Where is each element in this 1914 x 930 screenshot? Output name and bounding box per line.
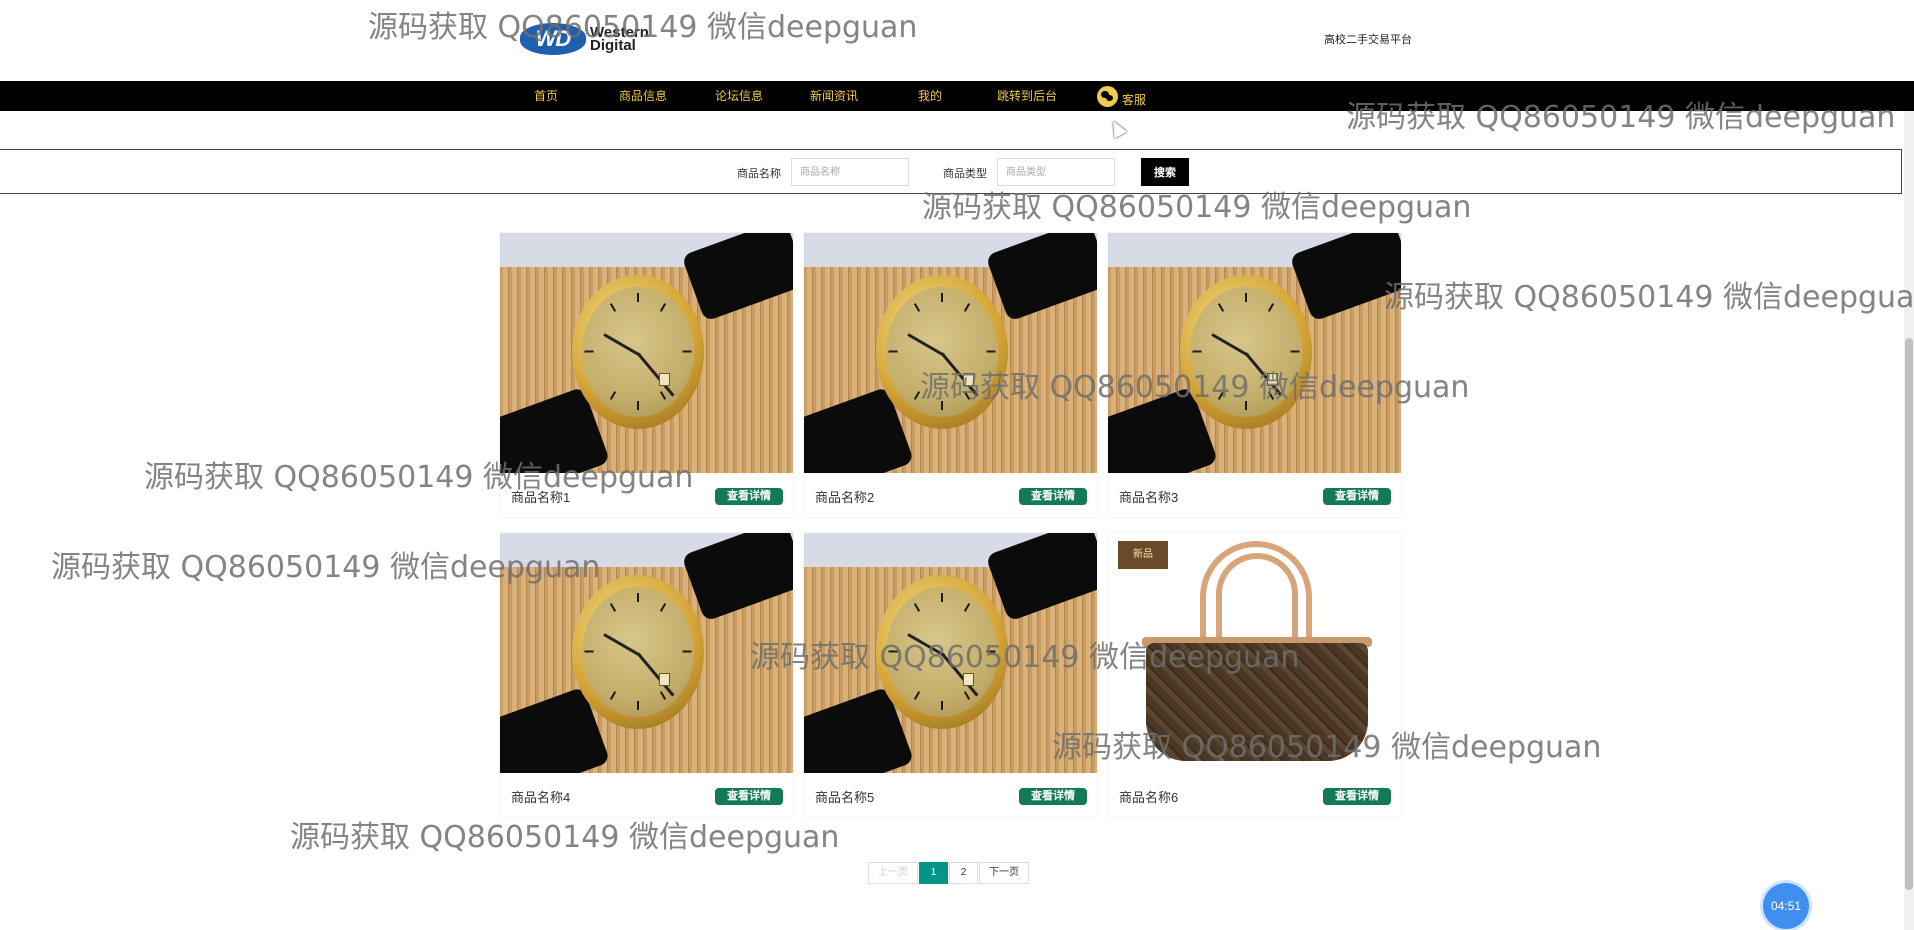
wechat-icon	[1097, 85, 1118, 107]
product-card[interactable]: 新品商品名称6 查看详情	[1108, 533, 1401, 817]
badge-icon: 新品	[1118, 541, 1168, 569]
view-details-button[interactable]: 查看详情	[715, 788, 783, 805]
main-nav: 首页 商品信息 论坛信息 新闻资讯 我的 跳转到后台 客服	[0, 81, 1914, 111]
nav-item-home[interactable]: 首页	[534, 81, 558, 111]
view-details-button[interactable]: 查看详情	[715, 488, 783, 505]
timer-badge[interactable]: 04:51	[1763, 883, 1809, 929]
search-button[interactable]: 搜索	[1141, 158, 1189, 186]
product-name-input[interactable]	[791, 158, 909, 186]
logo-mark: WD	[520, 23, 586, 55]
watermark: 源码获取 QQ86050149 微信deepguan	[290, 820, 840, 855]
site-header: WD Western Digital 高校二手交易平台	[0, 0, 1914, 80]
product-card[interactable]: 商品名称5 查看详情	[804, 533, 1097, 817]
product-type-input[interactable]	[997, 158, 1115, 186]
nav-item-mine[interactable]: 我的	[918, 81, 942, 111]
logo-text: Western Digital	[590, 25, 649, 53]
product-name-label: 商品名称	[737, 168, 781, 180]
product-name: 商品名称3	[1119, 490, 1179, 505]
logo[interactable]: WD Western Digital	[520, 22, 670, 56]
product-image-watch[interactable]	[804, 533, 1097, 773]
mouse-cursor-icon	[1107, 117, 1127, 139]
product-image-watch[interactable]	[804, 233, 1097, 473]
view-details-button[interactable]: 查看详情	[1019, 788, 1087, 805]
product-image-watch[interactable]	[1108, 233, 1401, 473]
product-card[interactable]: 商品名称3 查看详情	[1108, 233, 1401, 517]
product-name: 商品名称2	[815, 490, 875, 505]
product-name: 商品名称4	[511, 790, 571, 805]
scrollbar-thumb[interactable]	[1905, 338, 1913, 890]
nav-item-admin[interactable]: 跳转到后台	[997, 81, 1057, 111]
watermark: 源码获取 QQ86050149 微信deepguan	[1384, 280, 1914, 315]
product-card[interactable]: 商品名称2 查看详情	[804, 233, 1097, 517]
product-name: 商品名称5	[815, 790, 875, 805]
nav-item-forum[interactable]: 论坛信息	[715, 81, 763, 111]
view-details-button[interactable]: 查看详情	[1323, 788, 1391, 805]
nav-item-customer-service[interactable]: 客服	[1097, 81, 1146, 111]
product-image-watch[interactable]	[500, 533, 793, 773]
nav-item-news[interactable]: 新闻资讯	[810, 81, 858, 111]
customer-service-label: 客服	[1122, 93, 1147, 107]
product-type-label: 商品类型	[943, 168, 987, 180]
pager-page-1[interactable]: 1	[919, 862, 948, 884]
site-title: 高校二手交易平台	[1324, 34, 1412, 46]
nav-item-products[interactable]: 商品信息	[619, 81, 667, 111]
view-details-button[interactable]: 查看详情	[1019, 488, 1087, 505]
product-image-watch[interactable]	[500, 233, 793, 473]
product-card[interactable]: 商品名称1 查看详情	[500, 233, 793, 517]
product-name: 商品名称6	[1119, 790, 1179, 805]
pager-page-2[interactable]: 2	[949, 862, 978, 884]
view-details-button[interactable]: 查看详情	[1323, 488, 1391, 505]
product-image-handbag[interactable]: 新品	[1108, 533, 1401, 773]
pager-prev-button[interactable]: 上一页	[868, 862, 918, 884]
product-card[interactable]: 商品名称4 查看详情	[500, 533, 793, 817]
product-name: 商品名称1	[511, 490, 571, 505]
pager-next-button[interactable]: 下一页	[979, 862, 1029, 884]
